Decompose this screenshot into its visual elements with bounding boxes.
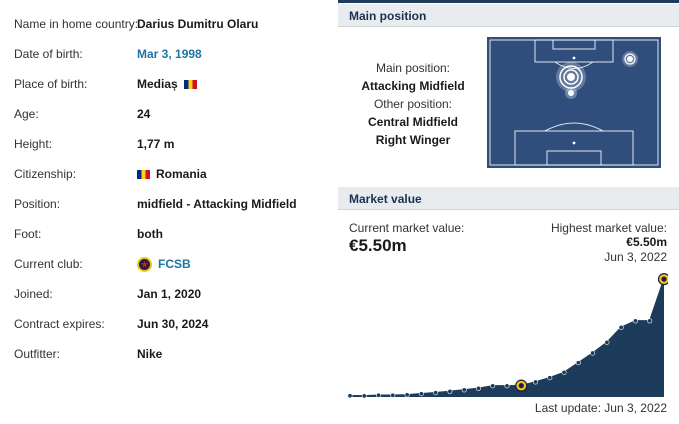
chart-point[interactable] [347,393,353,399]
chart-point[interactable] [632,318,638,324]
info-label: Position: [14,197,61,211]
info-label: Name in home country: [14,17,139,31]
other-position-value: Right Winger [375,133,451,147]
chart-point[interactable] [461,387,467,393]
info-label: Height: [14,137,53,151]
info-row-club: Current club: FCSB [0,248,335,278]
panel-title: Market value [349,192,422,206]
romania-flag-icon [183,80,197,89]
chart-point[interactable] [475,385,481,391]
market-value-panel: Current market value: €5.50m Highest mar… [338,211,679,424]
chart-point-club-marker[interactable] [657,273,669,286]
main-position-value: Attacking Midfield [361,79,465,93]
info-row-outfitter: Outfitter: Nike [0,338,335,368]
chart-point[interactable] [376,392,382,398]
pitch-spot [572,141,576,145]
pitch-diagram [487,37,661,168]
info-row-position: Position: midfield - Attacking Midfield [0,188,335,218]
heat-right-winger [622,51,638,67]
other-position-label: Other position: [373,97,453,111]
chart-area [350,279,664,397]
panel-title: Main position [349,9,427,23]
info-value: Darius Dumitru Olaru [137,17,259,31]
chart-point[interactable] [447,388,453,394]
player-info-table: Name in home country: Darius Dumitru Ola… [0,0,335,424]
info-value: Romania [156,167,207,181]
info-value: Jan 1, 2020 [137,287,202,301]
highest-value-label: Highest market value: [550,221,667,235]
info-row-height: Height: 1,77 m [0,128,335,158]
chart-point[interactable] [604,339,610,345]
chart-point[interactable] [433,390,439,396]
chart-point[interactable] [590,350,596,356]
info-label: Foot: [14,227,42,241]
chart-point[interactable] [418,391,424,397]
info-row-citizenship: Citizenship: Romania [0,158,335,188]
info-row-contract: Contract expires: Jun 30, 2024 [0,308,335,338]
right-column: Main position Main position: Attacking M… [338,0,679,424]
info-row-joined: Joined: Jan 1, 2020 [0,278,335,308]
chart-point[interactable] [504,383,510,389]
info-value: Nike [137,347,163,361]
top-divider [338,0,679,3]
info-row-foot: Foot: both [0,218,335,248]
birthdate-link[interactable]: Mar 3, 1998 [137,47,202,61]
chart-point[interactable] [361,393,367,399]
current-club-link[interactable]: FCSB [137,257,191,272]
info-row-birthdate: Date of birth: Mar 3, 1998 [0,38,335,68]
market-value-header: Market value [338,187,679,210]
other-position-value: Central Midfield [367,115,458,129]
position-text: Main position: Attacking Midfield Other … [348,59,478,149]
info-value: 1,77 m [137,137,175,151]
chart-point[interactable] [547,375,553,381]
main-position-header: Main position [338,4,679,27]
chart-point[interactable] [647,318,653,324]
info-row-age: Age: 24 [0,98,335,128]
chart-point[interactable] [533,379,539,385]
main-position-panel: Main position: Attacking Midfield Other … [338,27,679,184]
current-value-label: Current market value: [349,221,465,235]
info-label: Contract expires: [14,317,105,331]
chart-point-club-marker[interactable] [515,379,528,392]
last-update: Last update: Jun 3, 2022 [534,401,667,415]
info-row-birthplace: Place of birth: Mediaș [0,68,335,98]
info-label: Joined: [14,287,53,301]
info-label: Outfitter: [14,347,61,361]
club-crest-icon [137,257,152,272]
chart-point[interactable] [390,392,396,398]
info-label: Current club: [14,257,83,271]
info-value-birthplace: Mediaș [137,77,197,91]
info-value-citizenship: Romania [137,167,207,181]
info-value: Jun 30, 2024 [137,317,209,331]
pitch-spot [572,56,576,60]
club-name: FCSB [158,257,191,271]
chart-point[interactable] [404,392,410,398]
chart-point[interactable] [618,324,624,330]
heat-central-midfield [565,87,577,99]
chart-point[interactable] [561,369,567,375]
info-value: Mediaș [137,77,178,91]
highest-value: €5.50m [626,235,667,249]
market-value-chart[interactable] [346,271,668,399]
info-value: 24 [137,107,151,121]
romania-flag-icon [137,170,150,179]
info-value: both [137,227,163,241]
highest-value-date: Jun 3, 2022 [604,250,667,264]
info-label: Citizenship: [14,167,77,181]
info-label: Place of birth: [14,77,88,91]
main-position-label: Main position: [375,61,451,75]
info-value: midfield - Attacking Midfield [137,197,297,211]
chart-point[interactable] [575,360,581,366]
info-label: Age: [14,107,39,121]
info-label: Date of birth: [14,47,83,61]
info-row-name: Name in home country: Darius Dumitru Ola… [0,8,335,38]
chart-point[interactable] [490,383,496,389]
current-value: €5.50m [349,236,407,255]
